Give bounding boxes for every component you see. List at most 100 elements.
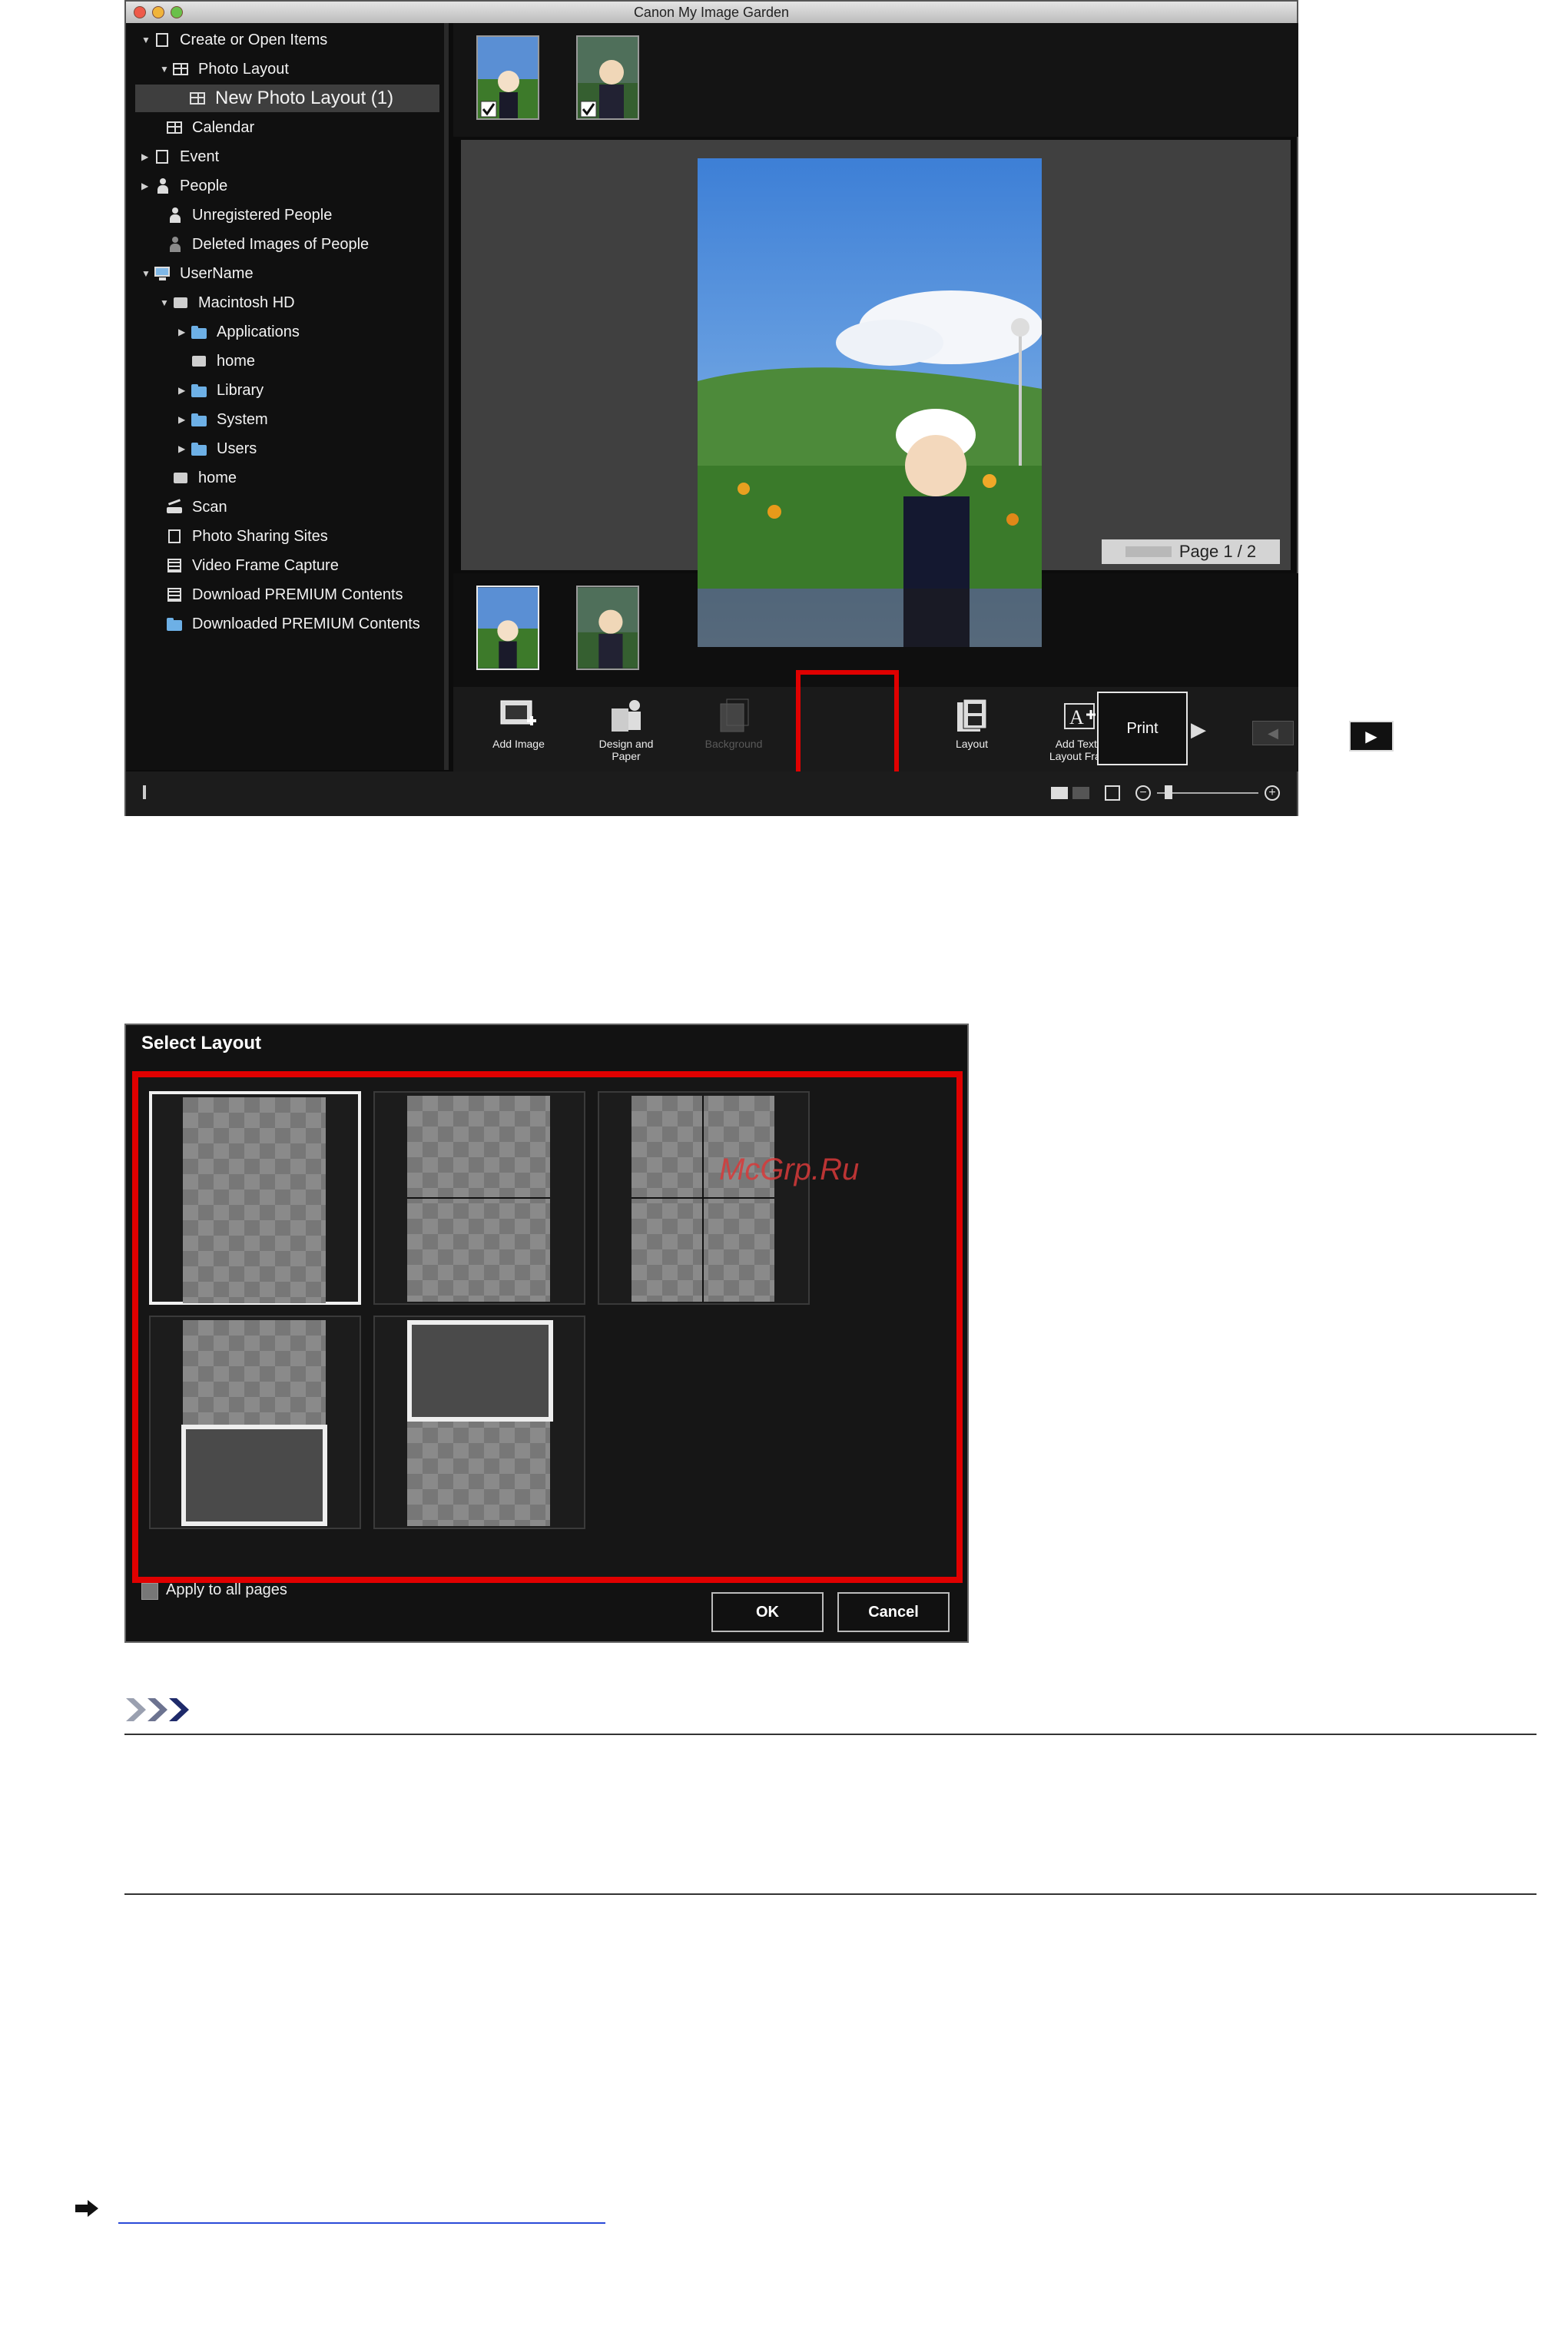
expand-triangle-icon[interactable]: ▶ — [178, 443, 191, 454]
person-icon — [154, 178, 172, 194]
sidebar-item-system[interactable]: ▶ System — [178, 406, 268, 433]
sidebar-item-photo-sharing-sites[interactable]: Photo Sharing Sites — [154, 523, 328, 550]
sidebar-item-label: Macintosh HD — [198, 294, 295, 311]
layout-preview — [632, 1096, 774, 1302]
dialog-title: Select Layout — [141, 1033, 262, 1054]
zoom-slider-handle[interactable] — [1165, 785, 1172, 799]
expand-triangle-icon[interactable]: ▼ — [160, 64, 172, 75]
share-icon — [166, 529, 184, 544]
page-thumbnail[interactable] — [476, 586, 539, 670]
add-image-label: Add Image — [492, 738, 545, 750]
sidebar-item-users[interactable]: ▶ Users — [178, 435, 257, 463]
view-mode-icon[interactable] — [1051, 787, 1068, 799]
expand-triangle-icon[interactable]: ▼ — [160, 297, 172, 308]
drive-icon — [172, 295, 191, 310]
view-mode-alt-icon[interactable] — [1072, 787, 1089, 799]
layout-frame-box — [407, 1320, 553, 1422]
photo-layout-icon — [172, 61, 191, 77]
select-layout-dialog: Select Layout Apply to all pages OK Canc… — [124, 1024, 969, 1643]
sidebar-item-label: Downloaded PREMIUM Contents — [192, 615, 420, 632]
expand-triangle-icon[interactable]: ▼ — [141, 35, 154, 45]
design-and-paper-button[interactable]: Design and Paper — [576, 687, 676, 770]
note-divider-bottom — [124, 1893, 1537, 1895]
expand-triangle-icon[interactable]: ▶ — [141, 151, 154, 162]
sidebar-item-download-premium-contents[interactable]: Download PREMIUM Contents — [154, 581, 403, 609]
design-and-paper-label-1: Design and — [598, 738, 654, 750]
sidebar-item-username[interactable]: ▼ UserName — [141, 260, 254, 287]
print-button[interactable]: Print — [1097, 692, 1188, 765]
sidebar: ▼ Create or Open Items ▼ Photo Layout Ne… — [126, 23, 449, 770]
sidebar-item-calendar[interactable]: Calendar — [154, 114, 254, 141]
title-bar: Canon My Image Garden — [126, 2, 1297, 23]
related-topic-link[interactable] — [118, 2199, 605, 2224]
sidebar-item-library[interactable]: ▶ Library — [178, 377, 264, 404]
sidebar-item-label: Video Frame Capture — [192, 556, 339, 574]
image-thumbnail[interactable] — [476, 35, 539, 120]
folder-icon — [191, 412, 209, 427]
sidebar-item-label: System — [217, 410, 268, 428]
layout-photo[interactable] — [698, 158, 1042, 647]
sidebar-item-event[interactable]: ▶ Event — [141, 143, 219, 171]
layout-options-frame — [132, 1071, 963, 1583]
info-icon[interactable] — [143, 785, 146, 799]
selected-images-strip — [453, 23, 1298, 137]
sidebar-item-home[interactable]: home — [191, 347, 255, 375]
film-icon — [166, 558, 184, 573]
sidebar-item-deleted-images-of-people[interactable]: Deleted Images of People — [154, 231, 369, 258]
layout-option-photo-with-bottom-frame[interactable] — [149, 1316, 361, 1529]
main-window: Canon My Image Garden ▼ Create or Open I… — [124, 0, 1394, 816]
more-tools-arrow-icon[interactable]: ▶ — [1191, 718, 1206, 742]
zoom-in-icon[interactable]: + — [1265, 785, 1280, 801]
sidebar-item-downloaded-premium-contents[interactable]: Downloaded PREMIUM Contents — [154, 610, 420, 638]
sidebar-item-create-or-open-items[interactable]: ▼ Create or Open Items — [141, 26, 327, 54]
image-thumbnail[interactable] — [576, 35, 639, 120]
add-image-button[interactable]: Add Image — [476, 687, 561, 770]
unregistered-person-icon — [166, 207, 184, 223]
fit-page-icon[interactable] — [1105, 785, 1120, 801]
layout-button[interactable]: Layout — [930, 687, 1014, 770]
sidebar-item-people[interactable]: ▶ People — [141, 172, 227, 200]
sidebar-item-label: Event — [180, 148, 220, 165]
sidebar-item-applications[interactable]: ▶ Applications — [178, 318, 300, 346]
sidebar-item-label: Photo Layout — [198, 60, 289, 78]
zoom-out-icon[interactable]: − — [1135, 785, 1151, 801]
layout-option-single[interactable] — [149, 1091, 361, 1305]
cancel-button[interactable]: Cancel — [837, 1592, 950, 1632]
background-button[interactable]: Background — [684, 687, 784, 770]
sidebar-item-photo-layout[interactable]: ▼ Photo Layout — [160, 55, 289, 83]
design-paper-icon — [607, 698, 645, 735]
layout-option-photo-with-top-frame[interactable] — [373, 1316, 585, 1529]
sidebar-item-scan[interactable]: Scan — [154, 493, 227, 521]
sidebar-item-home-2[interactable]: home — [172, 464, 237, 492]
sidebar-item-new-photo-layout[interactable]: New Photo Layout (1) — [135, 85, 439, 112]
note-divider-top — [124, 1734, 1537, 1735]
apply-to-all-pages-checkbox[interactable] — [141, 1583, 158, 1600]
calendar-icon — [166, 120, 184, 135]
expand-triangle-icon[interactable]: ▶ — [178, 414, 191, 425]
sidebar-item-label: Create or Open Items — [180, 31, 328, 48]
create-icon — [154, 32, 172, 48]
sidebar-item-macintosh-hd[interactable]: ▼ Macintosh HD — [160, 289, 295, 317]
expand-triangle-icon[interactable]: ▶ — [178, 327, 191, 337]
sidebar-item-unregistered-people[interactable]: Unregistered People — [154, 201, 332, 229]
design-and-paper-label-2: Paper — [612, 750, 641, 763]
folder-icon — [166, 616, 184, 632]
next-page-button[interactable]: ▶ — [1349, 721, 1394, 752]
sidebar-item-label: Scan — [192, 498, 227, 516]
scan-icon — [166, 499, 184, 515]
photo-icon — [578, 37, 638, 118]
sidebar-item-label: Applications — [217, 323, 300, 340]
expand-triangle-icon[interactable]: ▼ — [141, 268, 154, 279]
layout-option-two-stacked[interactable] — [373, 1091, 585, 1305]
page-indicator: Page 1 / 2 — [1102, 539, 1280, 564]
layout-frame-box — [181, 1425, 327, 1526]
previous-page-button[interactable]: ◀ — [1252, 721, 1294, 745]
layout-option-four-grid[interactable] — [598, 1091, 810, 1305]
page-thumbnail[interactable] — [576, 586, 639, 670]
apply-to-all-pages-label: Apply to all pages — [166, 1581, 287, 1598]
sidebar-item-label: home — [198, 469, 237, 486]
sidebar-item-video-frame-capture[interactable]: Video Frame Capture — [154, 552, 339, 579]
expand-triangle-icon[interactable]: ▶ — [141, 181, 154, 191]
expand-triangle-icon[interactable]: ▶ — [178, 385, 191, 396]
ok-button[interactable]: OK — [711, 1592, 824, 1632]
